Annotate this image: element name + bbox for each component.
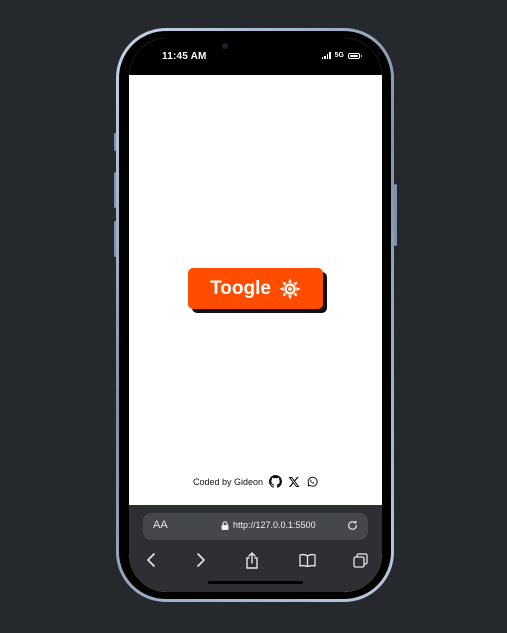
home-indicator: [208, 581, 303, 584]
toggle-button[interactable]: Toogle: [188, 268, 323, 309]
share-button[interactable]: [241, 549, 263, 571]
bookmarks-icon: [298, 553, 316, 567]
reload-icon[interactable]: [346, 519, 359, 532]
stage: 11:45 AM 5G Toogle Coded by Gideon AA ht…: [0, 0, 507, 633]
tabs-icon: [352, 552, 368, 568]
browser-toolbar: [129, 549, 382, 571]
whatsapp-icon[interactable]: [306, 476, 318, 488]
power-button: [394, 184, 397, 246]
notch: [208, 38, 303, 59]
back-icon: [147, 553, 155, 567]
github-icon[interactable]: [269, 475, 283, 488]
text-size-button[interactable]: AA: [153, 519, 168, 531]
front-camera: [222, 43, 228, 49]
tabs-button[interactable]: [349, 549, 371, 571]
phone-screen: 11:45 AM 5G Toogle Coded by Gideon AA ht…: [129, 38, 382, 592]
lock-icon: [221, 520, 229, 530]
sun-icon: [279, 277, 301, 300]
url-text: http://127.0.0.1:5500: [233, 520, 316, 530]
x-icon[interactable]: [288, 476, 300, 488]
network-label: 5G: [334, 52, 344, 59]
social-links: [269, 475, 318, 488]
signal-icon: [321, 52, 331, 59]
toggle-button-label: Toogle: [210, 277, 271, 299]
back-button[interactable]: [140, 549, 162, 571]
url-container: http://127.0.0.1:5500: [221, 520, 316, 530]
status-time: 11:45 AM: [162, 51, 207, 62]
share-icon: [246, 551, 258, 569]
status-indicators: 5G: [321, 52, 362, 59]
forward-icon: [197, 553, 205, 567]
browser-bar: AA http://127.0.0.1:5500: [129, 505, 382, 592]
footer-credit: Coded by Gideon: [129, 475, 382, 488]
credit-text: Coded by Gideon: [192, 476, 264, 487]
forward-button[interactable]: [190, 549, 212, 571]
battery-icon: [348, 52, 362, 59]
status-bar: 11:45 AM 5G: [129, 38, 382, 75]
web-page: Toogle Coded by Gideon: [129, 75, 382, 505]
address-bar[interactable]: AA http://127.0.0.1:5500: [143, 513, 368, 540]
bookmarks-button[interactable]: [296, 549, 318, 571]
